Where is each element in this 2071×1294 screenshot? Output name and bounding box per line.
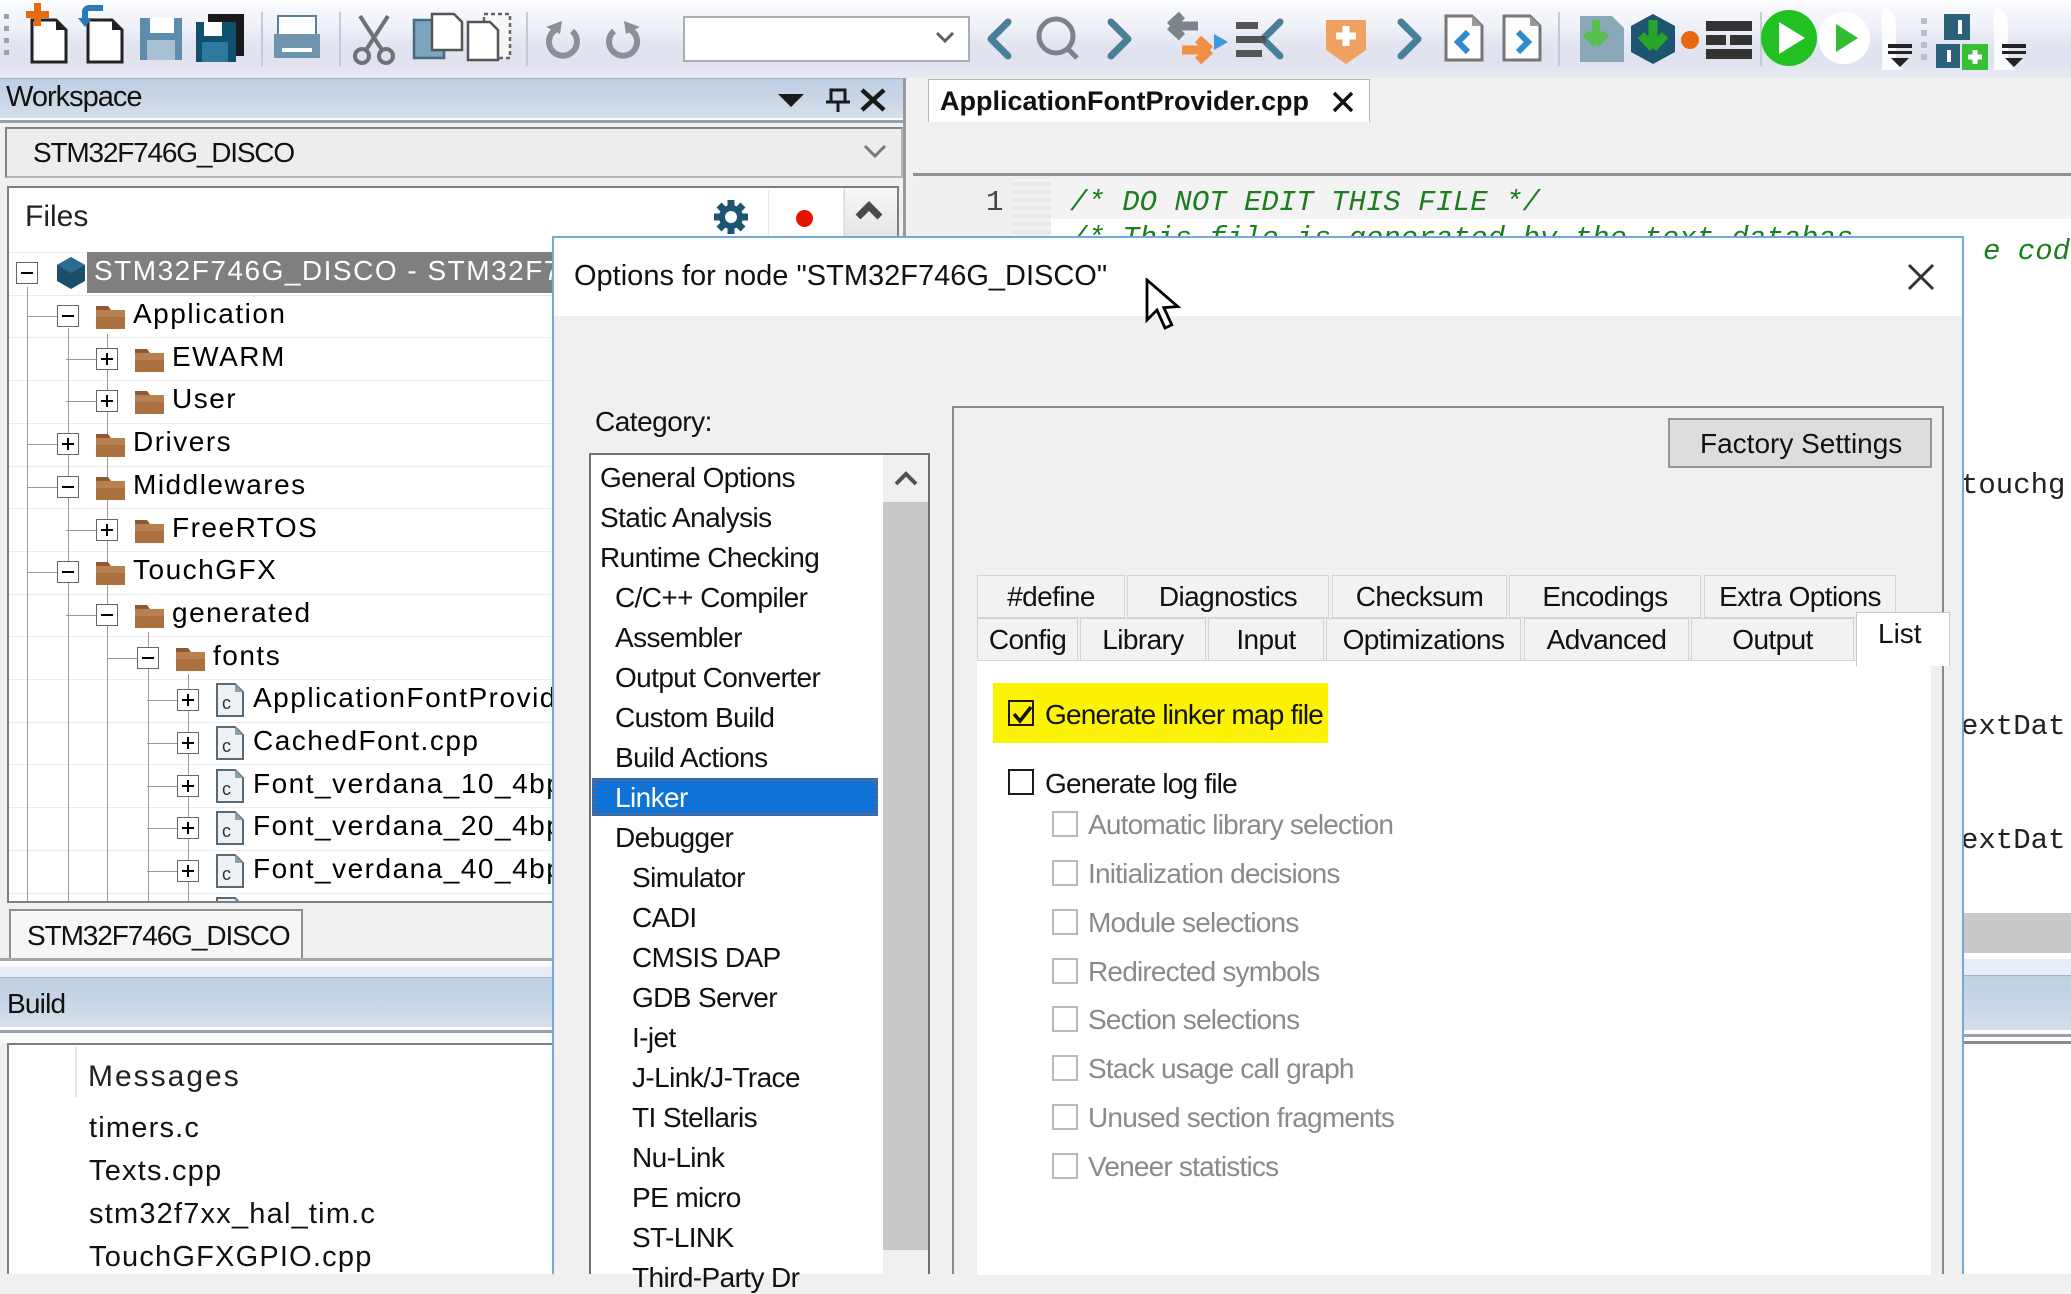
svg-text:c: c xyxy=(222,821,231,841)
svg-text:c: c xyxy=(222,779,231,799)
svg-text:c: c xyxy=(222,693,231,713)
svg-text:c: c xyxy=(222,864,231,884)
svg-text:c: c xyxy=(222,736,231,756)
